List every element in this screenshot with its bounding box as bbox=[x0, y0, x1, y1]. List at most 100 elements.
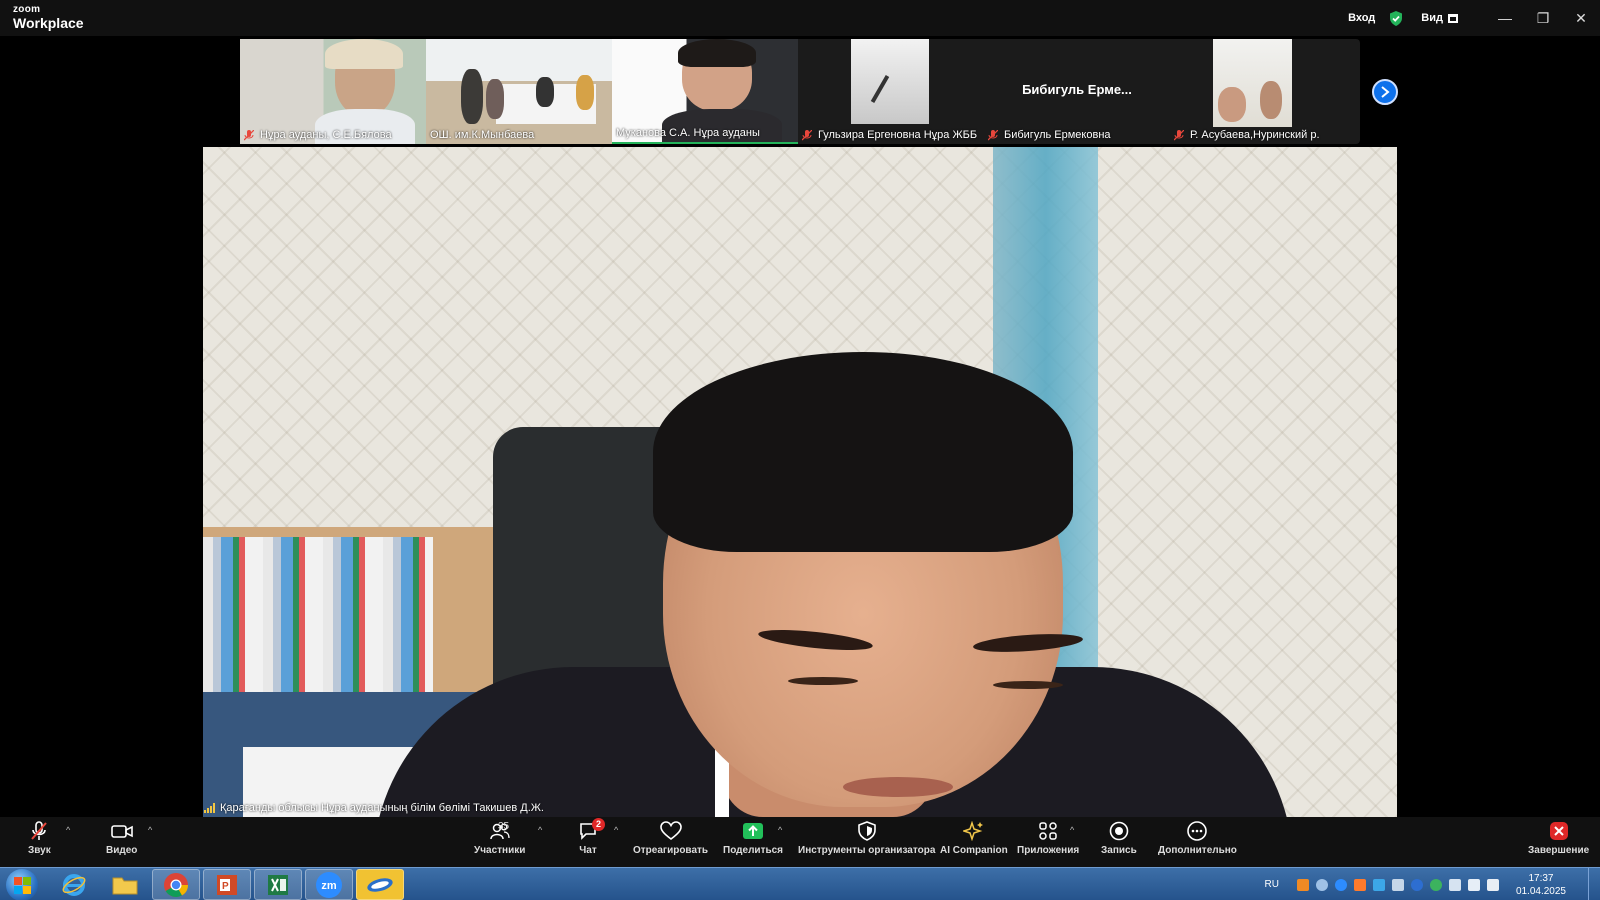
participant-name: Р. Асубаева,Нуринский р. bbox=[1190, 129, 1320, 141]
brand-big: Workplace bbox=[13, 15, 84, 31]
audio-options-caret[interactable]: ^ bbox=[66, 825, 70, 835]
title-bar: zoom Workplace Вход Вид — ❐ ✕ bbox=[0, 0, 1600, 36]
show-desktop-button[interactable] bbox=[1588, 868, 1600, 900]
participant-tile[interactable]: Р. Асубаева,Нуринский р. bbox=[1170, 39, 1356, 144]
excel-icon bbox=[268, 874, 288, 895]
participant-tile[interactable]: Гульзира Ергеновна Нұра ЖББ bbox=[798, 39, 984, 144]
chat-unread-badge: 2 bbox=[592, 818, 605, 831]
network-icon[interactable] bbox=[1448, 878, 1461, 891]
record-button[interactable]: Запись bbox=[1101, 821, 1137, 856]
view-label: Вид bbox=[1421, 12, 1443, 24]
react-label: Отреагировать bbox=[633, 845, 709, 856]
folder-icon bbox=[112, 877, 138, 894]
share-screen-button[interactable]: Поделиться bbox=[723, 821, 783, 856]
more-dots-icon bbox=[1187, 821, 1208, 841]
mic-muted-icon bbox=[1174, 129, 1184, 140]
signal-strength-icon bbox=[204, 803, 215, 813]
restore-button[interactable]: ❐ bbox=[1524, 0, 1562, 36]
tray-zoom-icon[interactable] bbox=[1334, 878, 1347, 891]
chrome-icon bbox=[164, 872, 188, 897]
taskbar-app-yellow[interactable] bbox=[356, 869, 404, 900]
clock-date: 01.04.2025 bbox=[1515, 885, 1566, 897]
tray-settings-icon[interactable] bbox=[1391, 878, 1404, 891]
participants-label: Участники bbox=[474, 845, 526, 856]
participant-name: Гульзира Ергеновна Нұра ЖББ bbox=[818, 129, 978, 141]
ai-companion-label: AI Companion bbox=[940, 845, 1008, 856]
shield-check-icon[interactable] bbox=[1389, 10, 1403, 26]
taskbar-zoom[interactable]: zm bbox=[305, 869, 353, 900]
host-tools-label: Инструменты организатора bbox=[798, 845, 936, 856]
react-button[interactable]: Отреагировать bbox=[633, 821, 708, 856]
speaker-name: Қарағанды облысы Нұра ауданының білім бө… bbox=[220, 802, 544, 814]
participant-name: Муканова С.А. Нұра ауданы bbox=[616, 127, 760, 139]
start-button[interactable] bbox=[6, 869, 38, 900]
participant-tile[interactable]: Нұра ауданы, С.Е.Бялова bbox=[240, 39, 426, 144]
tray-bluetooth-icon[interactable] bbox=[1410, 878, 1423, 891]
participant-name: Бибигуль Ермековна bbox=[1004, 129, 1111, 141]
end-meeting-button[interactable]: Завершение bbox=[1528, 821, 1589, 856]
tray-app-icon[interactable] bbox=[1296, 878, 1309, 891]
clock[interactable]: 17:37 01.04.2025 bbox=[1516, 872, 1566, 898]
volume-icon[interactable] bbox=[1467, 878, 1480, 891]
ai-companion-button[interactable]: AI Companion bbox=[940, 821, 1008, 856]
host-tools-button[interactable]: Инструменты организатора bbox=[798, 821, 935, 856]
video-options-caret[interactable]: ^ bbox=[148, 825, 152, 835]
mic-muted-icon bbox=[988, 129, 998, 140]
share-screen-icon bbox=[743, 823, 763, 839]
participant-name: Нұра ауданы, С.Е.Бялова bbox=[260, 129, 392, 141]
participant-tile[interactable]: ОШ. им.К.Мынбаева bbox=[426, 39, 612, 144]
chat-button[interactable]: 2 Чат bbox=[578, 818, 605, 856]
no-video-name: Бибигуль Ерме... bbox=[1022, 82, 1132, 97]
audio-label: Звук bbox=[28, 845, 51, 856]
tray-sync-icon[interactable] bbox=[1315, 878, 1328, 891]
zoom-app-text: zm bbox=[321, 880, 337, 892]
tray-cloud-icon[interactable] bbox=[1372, 878, 1385, 891]
taskbar-excel[interactable] bbox=[254, 869, 302, 900]
chat-options-caret[interactable]: ^ bbox=[614, 825, 618, 835]
participant-tile[interactable]: Муканова С.А. Нұра ауданы bbox=[612, 39, 798, 144]
participant-strip: Нұра ауданы, С.Е.Бялова ОШ. им.К.Мынбаев… bbox=[240, 39, 1360, 144]
sparkle-icon bbox=[962, 821, 983, 841]
brand-small: zoom bbox=[13, 4, 41, 15]
view-button[interactable]: Вид bbox=[1421, 12, 1458, 24]
internet-explorer-icon bbox=[62, 873, 86, 896]
active-speaker-video[interactable] bbox=[203, 147, 1397, 817]
tray-orange-icon[interactable] bbox=[1353, 878, 1366, 891]
signin-button[interactable]: Вход bbox=[1348, 12, 1375, 24]
share-options-caret[interactable]: ^ bbox=[778, 825, 782, 835]
taskbar-explorer[interactable] bbox=[101, 869, 149, 900]
minimize-button[interactable]: — bbox=[1486, 0, 1524, 36]
chat-label: Чат bbox=[579, 845, 597, 856]
video-camera-icon bbox=[110, 825, 133, 838]
taskbar-powerpoint[interactable]: P bbox=[203, 869, 251, 900]
video-button[interactable]: Видео bbox=[106, 821, 137, 856]
mic-muted-icon bbox=[802, 129, 812, 140]
swoosh-app-icon bbox=[367, 877, 393, 892]
next-page-button[interactable] bbox=[1372, 79, 1398, 105]
apps-options-caret[interactable]: ^ bbox=[1070, 825, 1074, 835]
record-icon bbox=[1109, 821, 1129, 841]
close-window-button[interactable]: ✕ bbox=[1562, 0, 1600, 36]
taskbar-ie[interactable] bbox=[50, 869, 98, 900]
audio-button[interactable]: Звук bbox=[28, 821, 51, 856]
clock-time: 17:37 bbox=[1528, 872, 1554, 884]
mic-muted-icon bbox=[244, 129, 254, 140]
more-button[interactable]: Дополнительно bbox=[1158, 821, 1237, 856]
apps-label: Приложения bbox=[1017, 845, 1080, 856]
tray-security-icon[interactable] bbox=[1429, 878, 1442, 891]
action-center-flag-icon[interactable] bbox=[1486, 878, 1499, 891]
binders bbox=[203, 537, 433, 697]
taskbar-chrome[interactable] bbox=[152, 869, 200, 900]
zoom-logo: zoom Workplace bbox=[13, 4, 84, 31]
language-indicator[interactable]: RU bbox=[1264, 879, 1278, 890]
participants-options-caret[interactable]: ^ bbox=[538, 825, 542, 835]
shield-icon bbox=[857, 821, 876, 841]
participants-count: 35 bbox=[498, 821, 510, 832]
participant-tile[interactable]: Бибигуль Ерме... Бибигуль Ермековна bbox=[984, 39, 1170, 144]
end-close-icon bbox=[1549, 822, 1568, 840]
share-label: Поделиться bbox=[723, 845, 784, 856]
mic-muted-icon bbox=[31, 821, 48, 840]
speaker-label: Қарағанды облысы Нұра ауданының білім бө… bbox=[204, 802, 544, 814]
system-tray: RU 17:37 01.04.2025 bbox=[1264, 868, 1600, 900]
participants-button[interactable]: 35 Участники bbox=[474, 821, 525, 856]
